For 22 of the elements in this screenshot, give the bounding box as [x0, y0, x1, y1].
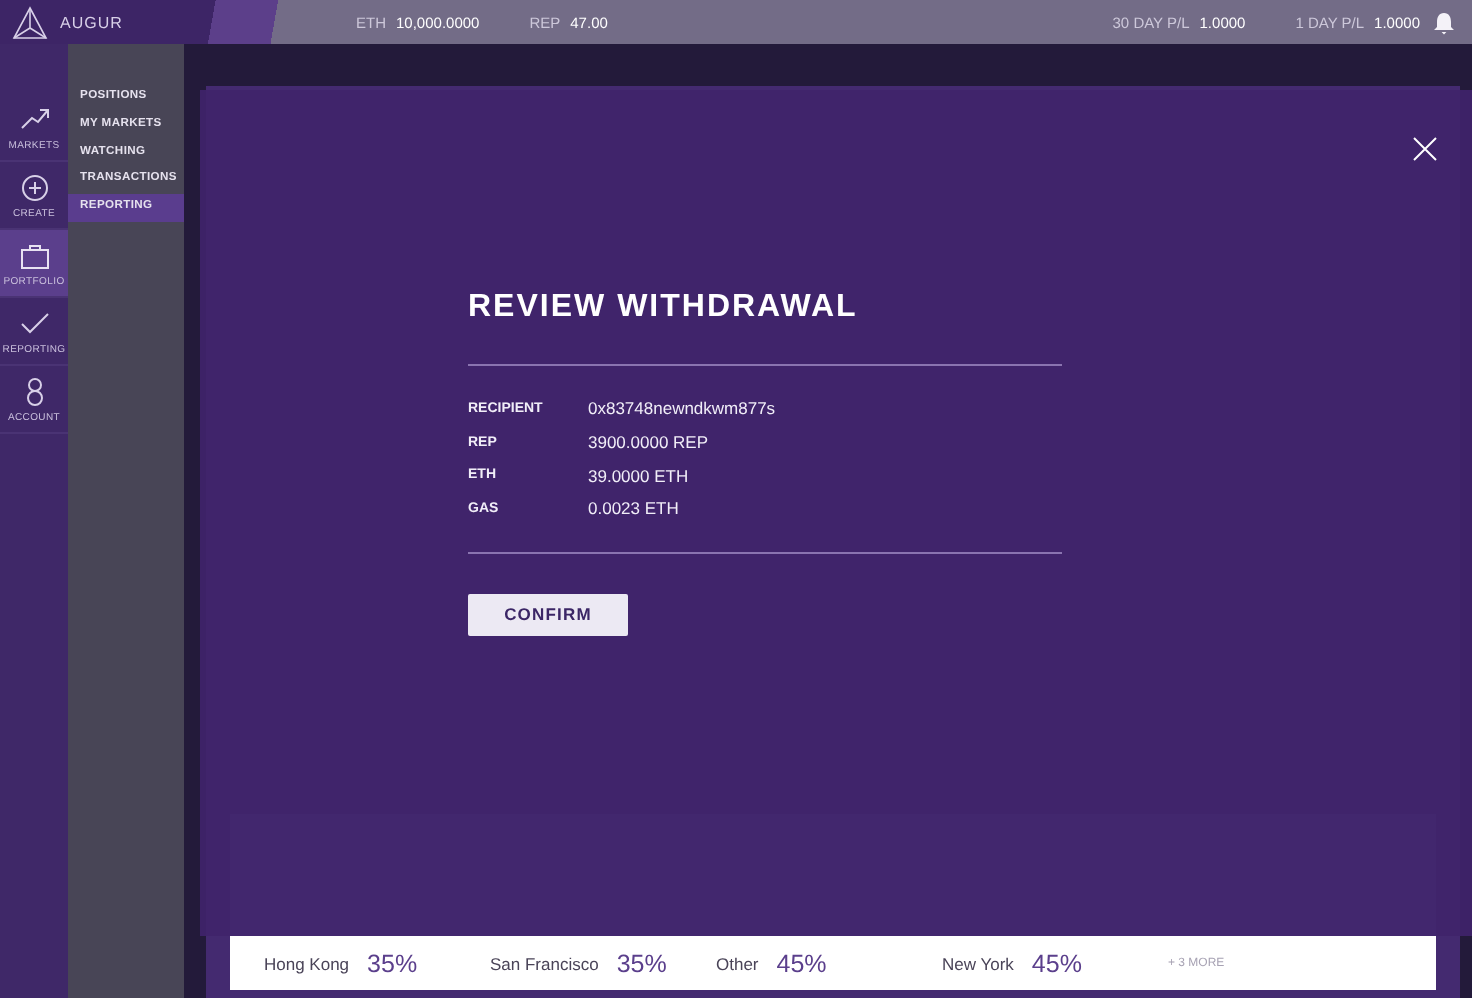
outcome-percent: 45% [776, 949, 827, 977]
outcome-percent: 35% [616, 949, 667, 977]
outcome-name: Other [716, 953, 759, 973]
detail-value: 39.0000 ETH [588, 465, 689, 486]
augur-logo-icon [12, 5, 48, 39]
outcome-name: Hong Kong [264, 953, 350, 973]
briefcase-icon [17, 239, 51, 269]
close-icon[interactable] [1412, 136, 1438, 162]
detail-value: 3900.0000 REP [588, 432, 709, 453]
outcome-name: New York [942, 953, 1014, 973]
trend-arrow-icon [17, 103, 51, 133]
detail-value: 0.0023 ETH [588, 498, 679, 519]
outcome-percent: 45% [1031, 949, 1082, 977]
app-logo-text: AUGUR [60, 13, 123, 31]
detail-value: 0x83748newndkwm877s [588, 398, 776, 419]
modal-title: REVIEW WITHDRAWAL [468, 290, 860, 328]
notification-bell-icon[interactable] [1432, 9, 1456, 35]
confirm-button[interactable]: CONFIRM [468, 593, 628, 636]
plus-circle-icon [17, 171, 51, 201]
outcome-percent: 35% [367, 949, 418, 977]
checkmark-icon [17, 307, 51, 337]
outcome-name: San Francisco [490, 953, 599, 973]
